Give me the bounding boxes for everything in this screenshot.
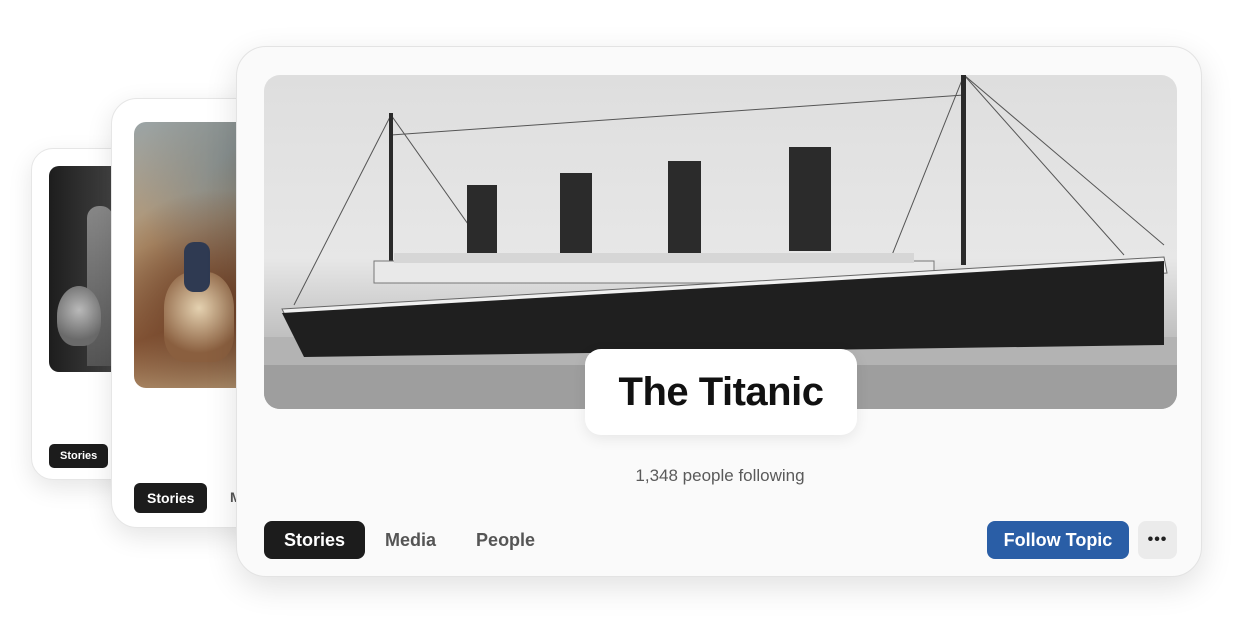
- topic-tabs: Stories Media People: [264, 521, 555, 559]
- tab-stories-back[interactable]: Stories: [49, 444, 109, 468]
- painting-rider: [184, 242, 210, 292]
- topic-card-main: The Titanic 1,348 people following Stori…: [236, 46, 1202, 577]
- photo-face: [57, 286, 101, 346]
- tab-people[interactable]: People: [456, 521, 555, 559]
- more-options-button[interactable]: •••: [1138, 521, 1177, 559]
- tab-media[interactable]: Media: [365, 521, 456, 559]
- tab-stories[interactable]: Stories: [264, 521, 366, 559]
- followers-count: 1,348 people following: [635, 466, 805, 485]
- follow-topic-button[interactable]: Follow Topic: [987, 521, 1129, 559]
- topic-cards-stage: Stories Stories M: [0, 0, 1254, 634]
- page-title: The Titanic: [618, 369, 824, 414]
- topic-title-box: The Titanic: [585, 349, 857, 435]
- more-horizontal-icon: •••: [1147, 531, 1168, 548]
- tab-stories-middle[interactable]: Stories: [134, 483, 208, 513]
